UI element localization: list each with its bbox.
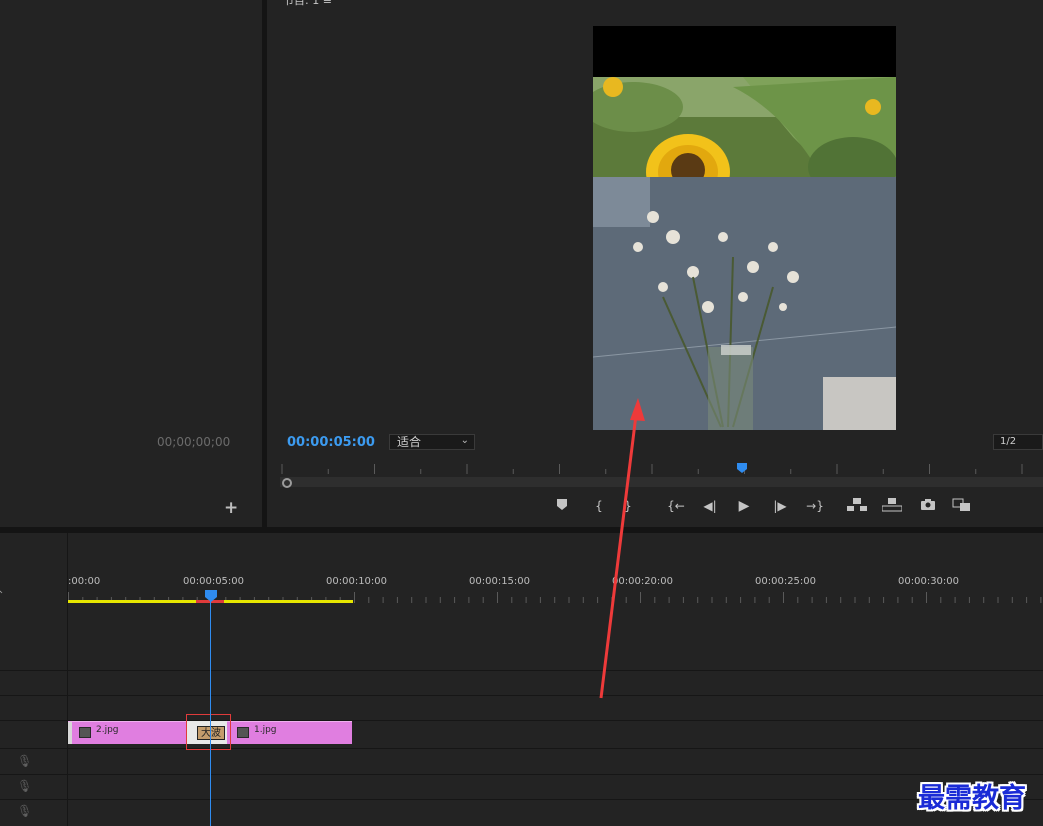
flower-vase-image [593, 177, 896, 430]
extract-icon [881, 498, 903, 512]
timeline-ruler-label: 00:00:10:00 [326, 576, 388, 587]
timeline-ruler-label: 00:00:25:00 [755, 576, 817, 587]
program-scrub-bar[interactable] [280, 477, 1043, 487]
fit-dropdown-value: 适合 [397, 435, 422, 449]
scrub-handle[interactable] [282, 478, 292, 488]
clip-1jpg[interactable]: 1.jpg [226, 721, 352, 744]
add-button[interactable]: + [224, 498, 238, 518]
program-timecode[interactable]: 00:00:05:00 [287, 435, 375, 450]
clip-name: 1.jpg [254, 725, 277, 735]
clip-2jpg[interactable]: 2.jpg [68, 721, 196, 744]
track-headers [0, 533, 68, 826]
timeline-ruler-label: :00:00 [68, 576, 101, 587]
image-thumbnail-icon [237, 727, 249, 738]
mark-in-button[interactable]: { [590, 498, 608, 514]
timeline-playhead-icon[interactable] [205, 590, 217, 602]
play-button[interactable]: ▶ [735, 498, 753, 514]
timeline-ruler-label: 00:00:05:00 [183, 576, 245, 587]
fit-dropdown[interactable]: 适合 ⌄ [389, 434, 475, 450]
timeline-tool-icon[interactable]: ⌃ [0, 590, 4, 601]
resolution-dropdown[interactable]: 1/2 [993, 434, 1043, 450]
marker-icon [557, 499, 567, 510]
watermark-logo: 最需教育 [918, 783, 1026, 814]
track-divider [0, 748, 1043, 749]
timeline-ruler-label: 00:00:30:00 [898, 576, 960, 587]
timeline-ruler-label: 00:00:20:00 [612, 576, 674, 587]
program-video-frame [593, 26, 896, 430]
microphone-icon[interactable]: 🎙 [17, 754, 32, 768]
track-divider [0, 695, 1043, 696]
go-to-out-button[interactable]: →} [804, 498, 826, 514]
timeline-ruler-label: 00:00:15:00 [469, 576, 531, 587]
camera-icon [921, 499, 935, 510]
playhead-line[interactable] [210, 600, 211, 826]
chevron-down-icon: ⌄ [460, 435, 469, 446]
track-divider [0, 799, 1043, 800]
track-divider [0, 774, 1043, 775]
export-frame-button[interactable] [919, 498, 937, 514]
annotation-highlight-box [186, 714, 231, 750]
extract-button[interactable] [881, 498, 903, 514]
source-timecode: 00;00;00;00 [157, 435, 231, 449]
compare-button[interactable] [952, 498, 972, 514]
go-to-in-button[interactable]: {← [665, 498, 687, 514]
add-marker-button[interactable] [553, 498, 571, 514]
program-playhead-icon[interactable] [737, 463, 747, 473]
image-thumbnail-icon [79, 727, 91, 738]
program-time-ruler[interactable] [280, 460, 1043, 476]
clip-name: 2.jpg [96, 725, 119, 735]
microphone-icon[interactable]: 🎙 [17, 804, 32, 818]
compare-icon [952, 498, 970, 511]
step-back-button[interactable]: ◀| [701, 498, 719, 514]
step-forward-button[interactable]: |▶ [771, 498, 789, 514]
program-monitor-title[interactable]: 节目: 1 ≡ [283, 0, 332, 8]
mark-out-button[interactable]: } [619, 498, 637, 514]
lift-button[interactable] [847, 498, 867, 514]
track-divider [0, 670, 1043, 671]
microphone-icon[interactable]: 🎙 [17, 779, 32, 793]
lift-icon [847, 498, 867, 511]
